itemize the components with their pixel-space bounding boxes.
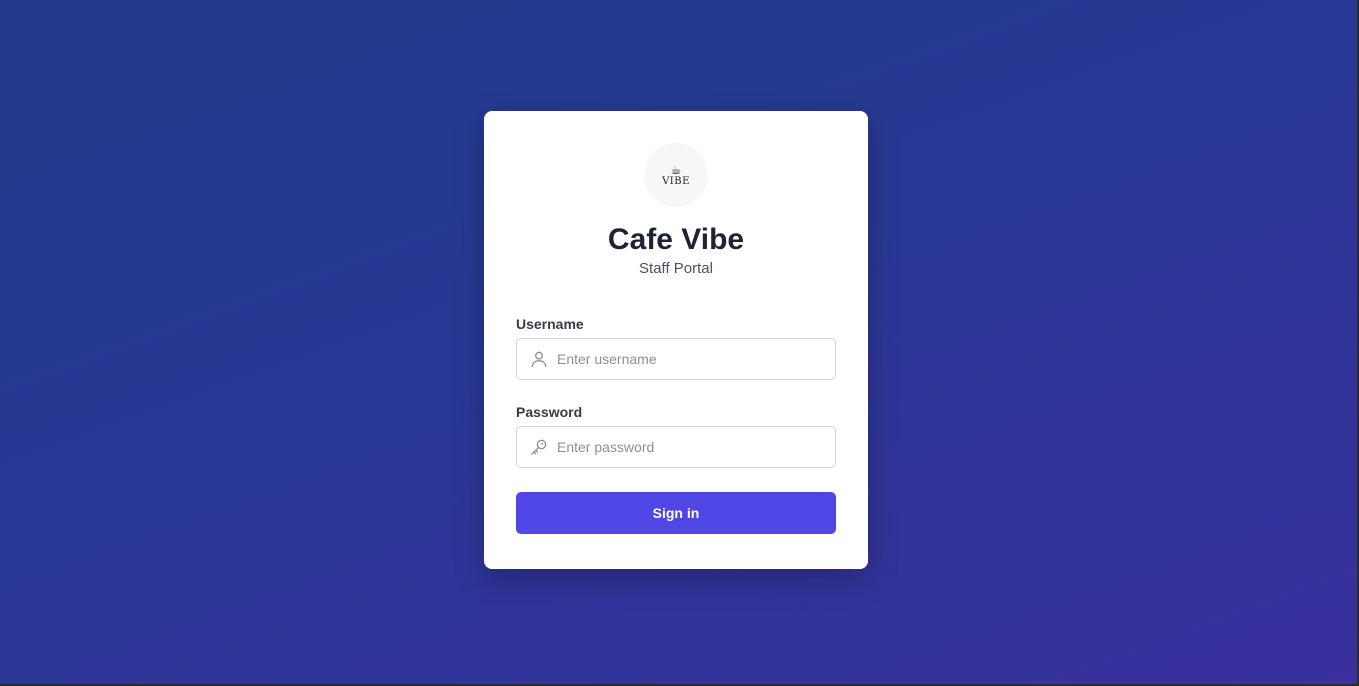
login-form: Username Password Sign in (516, 316, 836, 534)
username-field-wrapper (516, 338, 836, 380)
brand-logo: ☕ VIBE (644, 143, 708, 207)
page-subtitle: Staff Portal (639, 260, 713, 277)
logo-text: VIBE (662, 175, 690, 187)
user-icon (531, 351, 547, 368)
sign-in-button[interactable]: Sign in (516, 492, 836, 534)
password-label: Password (516, 404, 583, 420)
coffee-cup-icon: ☕ (670, 162, 682, 177)
username-input[interactable] (557, 339, 827, 379)
password-input[interactable] (557, 427, 827, 467)
password-field-wrapper (516, 426, 836, 468)
key-icon (531, 439, 547, 455)
page-title: Cafe Vibe (607, 223, 745, 256)
login-card: ☕ VIBE Cafe Vibe Staff Portal Username P… (484, 111, 868, 569)
username-label: Username (516, 316, 584, 332)
